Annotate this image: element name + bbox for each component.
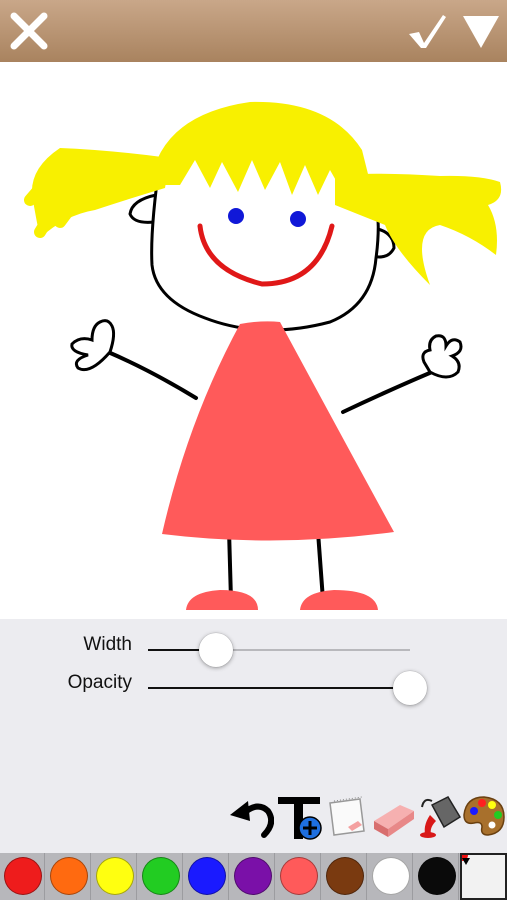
menu-button[interactable] — [458, 8, 504, 54]
add-text-icon — [278, 797, 322, 840]
color-swatch[interactable] — [418, 857, 456, 895]
paint-bucket-icon — [420, 796, 462, 838]
color-picker-indicator-icon — [462, 855, 470, 865]
width-label: Width — [83, 634, 132, 655]
opacity-slider[interactable] — [148, 671, 427, 705]
paper-icon — [329, 796, 365, 836]
palette-swatch-cell[interactable] — [0, 853, 45, 900]
opacity-slider-thumb[interactable] — [393, 671, 427, 705]
color-swatch[interactable] — [234, 857, 272, 895]
width-slider[interactable] — [148, 633, 410, 667]
color-palette-bar — [0, 853, 507, 900]
done-button[interactable] — [404, 8, 450, 54]
close-icon — [10, 12, 48, 50]
color-swatch[interactable] — [372, 857, 410, 895]
palette-swatch-cell[interactable] — [46, 853, 91, 900]
close-button[interactable] — [6, 8, 52, 54]
palette-swatch-cell[interactable] — [184, 853, 229, 900]
color-palette-button[interactable] — [460, 791, 506, 841]
color-swatch[interactable] — [188, 857, 226, 895]
palette-swatch-cell[interactable] — [322, 853, 367, 900]
add-text-button[interactable] — [276, 791, 322, 841]
palette-swatch-cell[interactable] — [138, 853, 183, 900]
color-swatch[interactable] — [96, 857, 134, 895]
undo-icon — [230, 801, 275, 838]
color-swatch[interactable] — [326, 857, 364, 895]
color-swatch[interactable] — [50, 857, 88, 895]
opacity-label: Opacity — [67, 672, 132, 693]
eraser-icon — [374, 805, 414, 837]
palette-swatch-cell[interactable] — [368, 853, 413, 900]
drawing-canvas[interactable] — [0, 62, 507, 619]
new-page-button[interactable] — [324, 791, 370, 841]
dropdown-triangle-icon — [463, 16, 499, 48]
eraser-button[interactable] — [370, 791, 416, 841]
girl-drawing — [24, 101, 502, 610]
fill-bucket-button[interactable] — [416, 791, 462, 841]
top-toolbar — [0, 0, 507, 62]
color-swatch[interactable] — [4, 857, 42, 895]
checkmark-icon — [409, 15, 446, 48]
palette-swatch-cell[interactable] — [414, 853, 459, 900]
color-swatch[interactable] — [142, 857, 180, 895]
current-color-swatch[interactable] — [460, 853, 507, 900]
palette-swatch-cell[interactable] — [230, 853, 275, 900]
color-swatch[interactable] — [280, 857, 318, 895]
palette-swatch-cell[interactable] — [276, 853, 321, 900]
opacity-slider-fill — [148, 687, 410, 689]
width-slider-thumb[interactable] — [199, 633, 233, 667]
palette-icon — [463, 796, 505, 836]
undo-button[interactable] — [228, 791, 275, 841]
palette-swatch-cell[interactable] — [92, 853, 137, 900]
